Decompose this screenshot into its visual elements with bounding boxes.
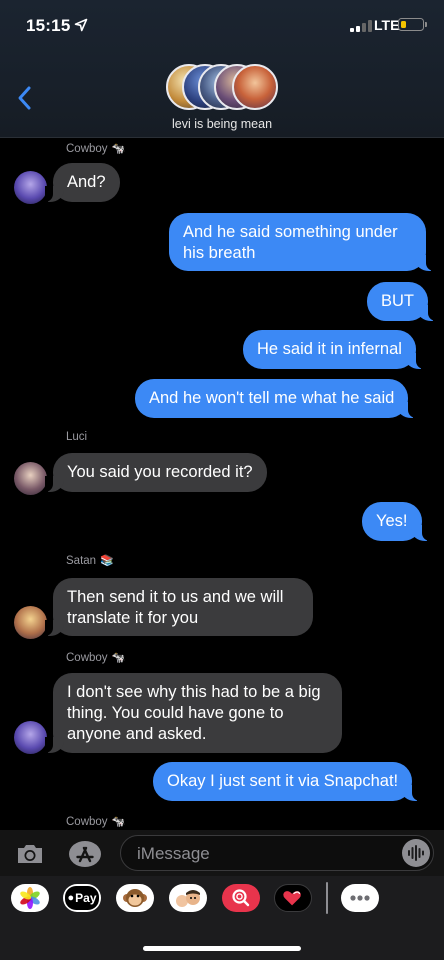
message-bubble-outgoing[interactable]: And he said something under his breath: [169, 213, 434, 271]
sender-name: Luci: [66, 431, 88, 443]
sender-name: Satan 📚: [66, 555, 114, 567]
group-name[interactable]: levi is being mean: [0, 117, 444, 131]
more-apps-icon[interactable]: [341, 884, 379, 912]
message-bubble-outgoing[interactable]: And he won't tell me what he said: [135, 379, 417, 418]
photos-app-icon[interactable]: [11, 884, 49, 912]
message-bubble-incoming[interactable]: I don't see why this had to be a big thi…: [45, 673, 342, 753]
sender-name: Cowboy 🐄: [66, 816, 126, 828]
audio-waveform-icon[interactable]: [402, 839, 430, 867]
signal-icon: [350, 20, 372, 32]
home-indicator[interactable]: [143, 946, 301, 951]
battery-icon: [398, 18, 427, 31]
group-avatars[interactable]: [166, 64, 278, 110]
monkey-animoji-icon[interactable]: [116, 884, 154, 912]
memoji-icon[interactable]: [169, 884, 207, 912]
message-bubble-outgoing[interactable]: BUT: [367, 282, 436, 321]
message-bubble-outgoing[interactable]: He said it in infernal: [243, 330, 424, 369]
message-bubble-incoming[interactable]: And?: [45, 163, 120, 202]
back-chevron-icon[interactable]: [14, 84, 36, 112]
digital-touch-icon[interactable]: [274, 884, 312, 912]
sender-avatar[interactable]: [14, 462, 47, 495]
message-bubble-incoming[interactable]: You said you recorded it?: [45, 453, 267, 492]
group-avatar: [232, 64, 278, 110]
sender-avatar[interactable]: [14, 171, 47, 204]
apple-pay-icon[interactable]: ● Pay: [63, 884, 101, 912]
message-bubble-outgoing[interactable]: Yes!: [362, 502, 429, 541]
app-store-icon[interactable]: [68, 840, 102, 868]
compose-bar: iMessage: [0, 830, 444, 876]
camera-icon[interactable]: [15, 842, 45, 866]
image-search-icon[interactable]: [222, 884, 260, 912]
sender-name: Cowboy 🐄: [66, 652, 126, 664]
drawer-divider: [326, 882, 328, 914]
sender-avatar[interactable]: [14, 606, 47, 639]
network-type: LTE: [374, 17, 400, 33]
status-time: 15:15: [26, 16, 71, 35]
location-arrow-icon: [74, 18, 88, 32]
sender-name: Cowboy 🐄: [66, 143, 126, 155]
message-bubble-incoming[interactable]: Then send it to us and we will translate…: [45, 578, 313, 636]
message-bubble-outgoing[interactable]: Okay I just sent it via Snapchat!: [153, 762, 421, 801]
conversation-header: 15:15 LTE levi is being mean: [0, 0, 444, 138]
message-input[interactable]: iMessage: [120, 835, 434, 871]
sender-avatar[interactable]: [14, 721, 47, 754]
